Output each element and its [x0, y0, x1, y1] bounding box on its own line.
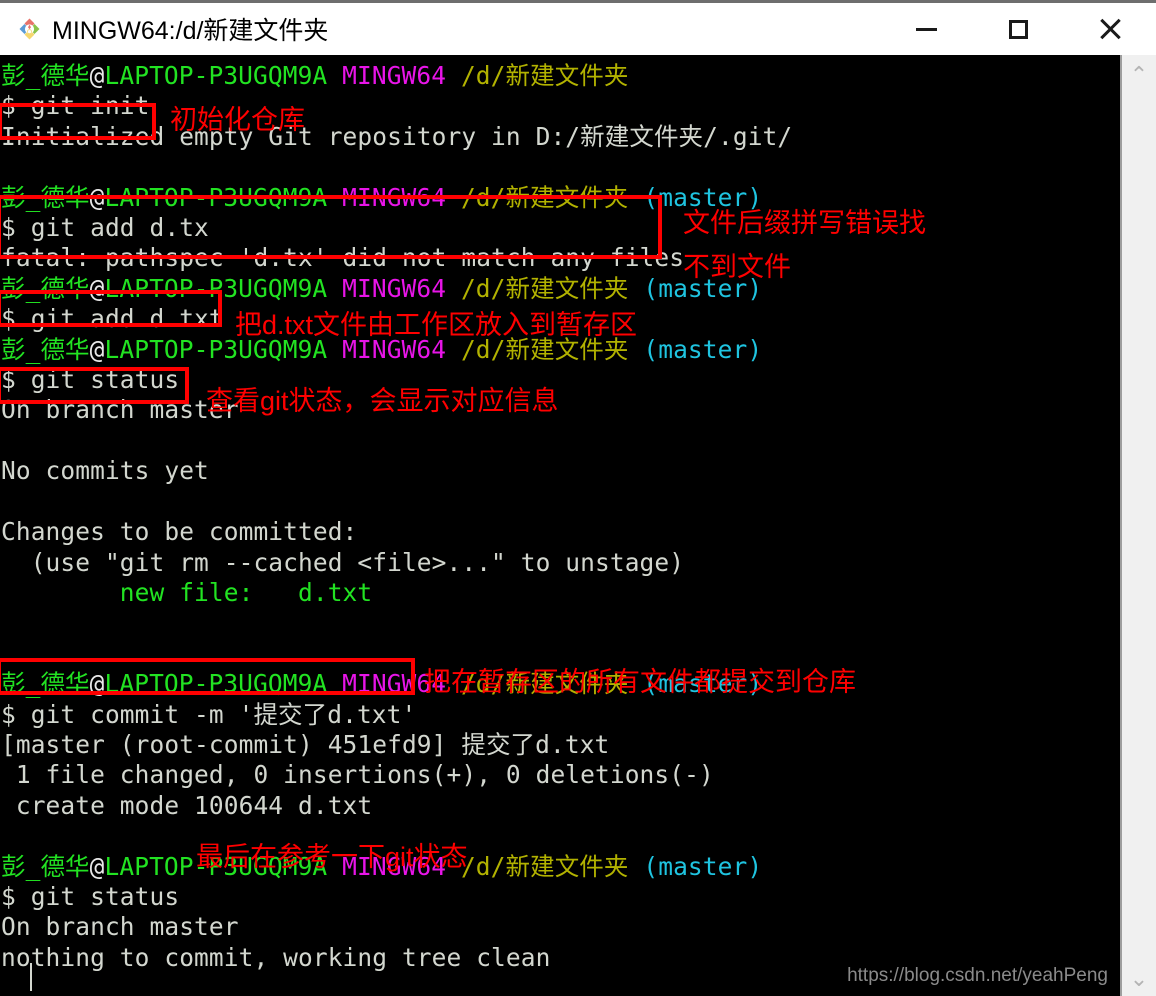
minimize-icon [915, 27, 937, 31]
annotation-suffix-typo: 文件后缀拼写错误找 [683, 208, 926, 238]
close-button[interactable] [1064, 3, 1156, 55]
maximize-button[interactable] [972, 3, 1064, 55]
terminal-output[interactable]: 彭_德华@LAPTOP-P3UGQM9A MINGW64 /d/新建文件夹 $ g… [0, 55, 1120, 996]
terminal-command-line: $ git add d.tx [1, 213, 209, 243]
terminal-prompt-line: 彭_德华@LAPTOP-P3UGQM9A MINGW64 /d/新建文件夹 (m… [1, 182, 763, 212]
terminal-prompt-line: 彭_德华@LAPTOP-P3UGQM9A MINGW64 /d/新建文件夹 (m… [1, 851, 763, 881]
terminal-command-line: $ git status [1, 881, 180, 911]
terminal-output-line: No commits yet [1, 456, 209, 486]
close-icon [1097, 16, 1123, 42]
terminal-output-line: Initialized empty Git repository in D:/新… [1, 121, 793, 151]
git-bash-icon [12, 14, 42, 44]
terminal-output-line: On branch master [1, 395, 239, 425]
annotation-init-repo: 初始化仓库 [170, 105, 305, 135]
mingw64-terminal-window: MINGW64:/d/新建文件夹 彭_德华@LAPTOP-P3UGQM9A MI… [0, 0, 1156, 996]
text-cursor [30, 963, 32, 991]
terminal-output-line: 1 file changed, 0 insertions(+), 0 delet… [1, 760, 714, 790]
terminal-output-line: Changes to be committed: [1, 517, 358, 547]
terminal-prompt-line: 彭_德华@LAPTOP-P3UGQM9A MINGW64 /d/新建文件夹 (m… [1, 273, 763, 303]
terminal-line-list: 彭_德华@LAPTOP-P3UGQM9A MINGW64 /d/新建文件夹 $ g… [0, 55, 1120, 996]
maximize-icon [1008, 19, 1028, 39]
terminal-staged-file-line: new file: d.txt [1, 577, 373, 607]
title-bar: MINGW64:/d/新建文件夹 [0, 3, 1156, 55]
scroll-up-icon[interactable]: ⌃ [1122, 65, 1156, 87]
window-title: MINGW64:/d/新建文件夹 [52, 17, 329, 45]
annotation-file-not-found: 不到文件 [683, 252, 791, 282]
terminal-output-line: create mode 100644 d.txt [1, 790, 373, 820]
annotation-commit-all: 把在暂存区的所有文件都提交到仓库 [424, 667, 856, 697]
window-controls [880, 3, 1156, 55]
watermark: https://blog.csdn.net/yeahPeng [847, 965, 1108, 986]
annotation-add-to-stage: 把d.txt文件由工作区放入到暂存区 [235, 310, 638, 340]
terminal-prompt-line: 彭_德华@LAPTOP-P3UGQM9A MINGW64 /d/新建文件夹 [1, 61, 629, 90]
terminal-output-line: (use "git rm --cached <file>..." to unst… [1, 547, 685, 577]
scroll-down-icon[interactable]: ⌄ [1122, 969, 1156, 991]
terminal-area: 彭_德华@LAPTOP-P3UGQM9A MINGW64 /d/新建文件夹 $ g… [0, 55, 1156, 996]
terminal-command-line: $ git init [1, 91, 150, 121]
terminal-output-line: [master (root-commit) 451efd9] 提交了d.txt [1, 729, 610, 759]
vertical-scrollbar[interactable]: ⌃ ⌄ [1120, 55, 1156, 996]
terminal-output-line: fatal: pathspec 'd.tx' did not match any… [1, 243, 685, 273]
terminal-command-line: $ git commit -m '提交了d.txt' [1, 699, 417, 729]
minimize-button[interactable] [880, 3, 972, 55]
terminal-command-line: $ git status [1, 365, 180, 395]
annotation-final-status: 最后在参考一下git状态 [196, 842, 468, 872]
terminal-output-line: On branch master [1, 912, 239, 942]
annotation-check-status: 查看git状态，会显示对应信息 [206, 386, 559, 416]
